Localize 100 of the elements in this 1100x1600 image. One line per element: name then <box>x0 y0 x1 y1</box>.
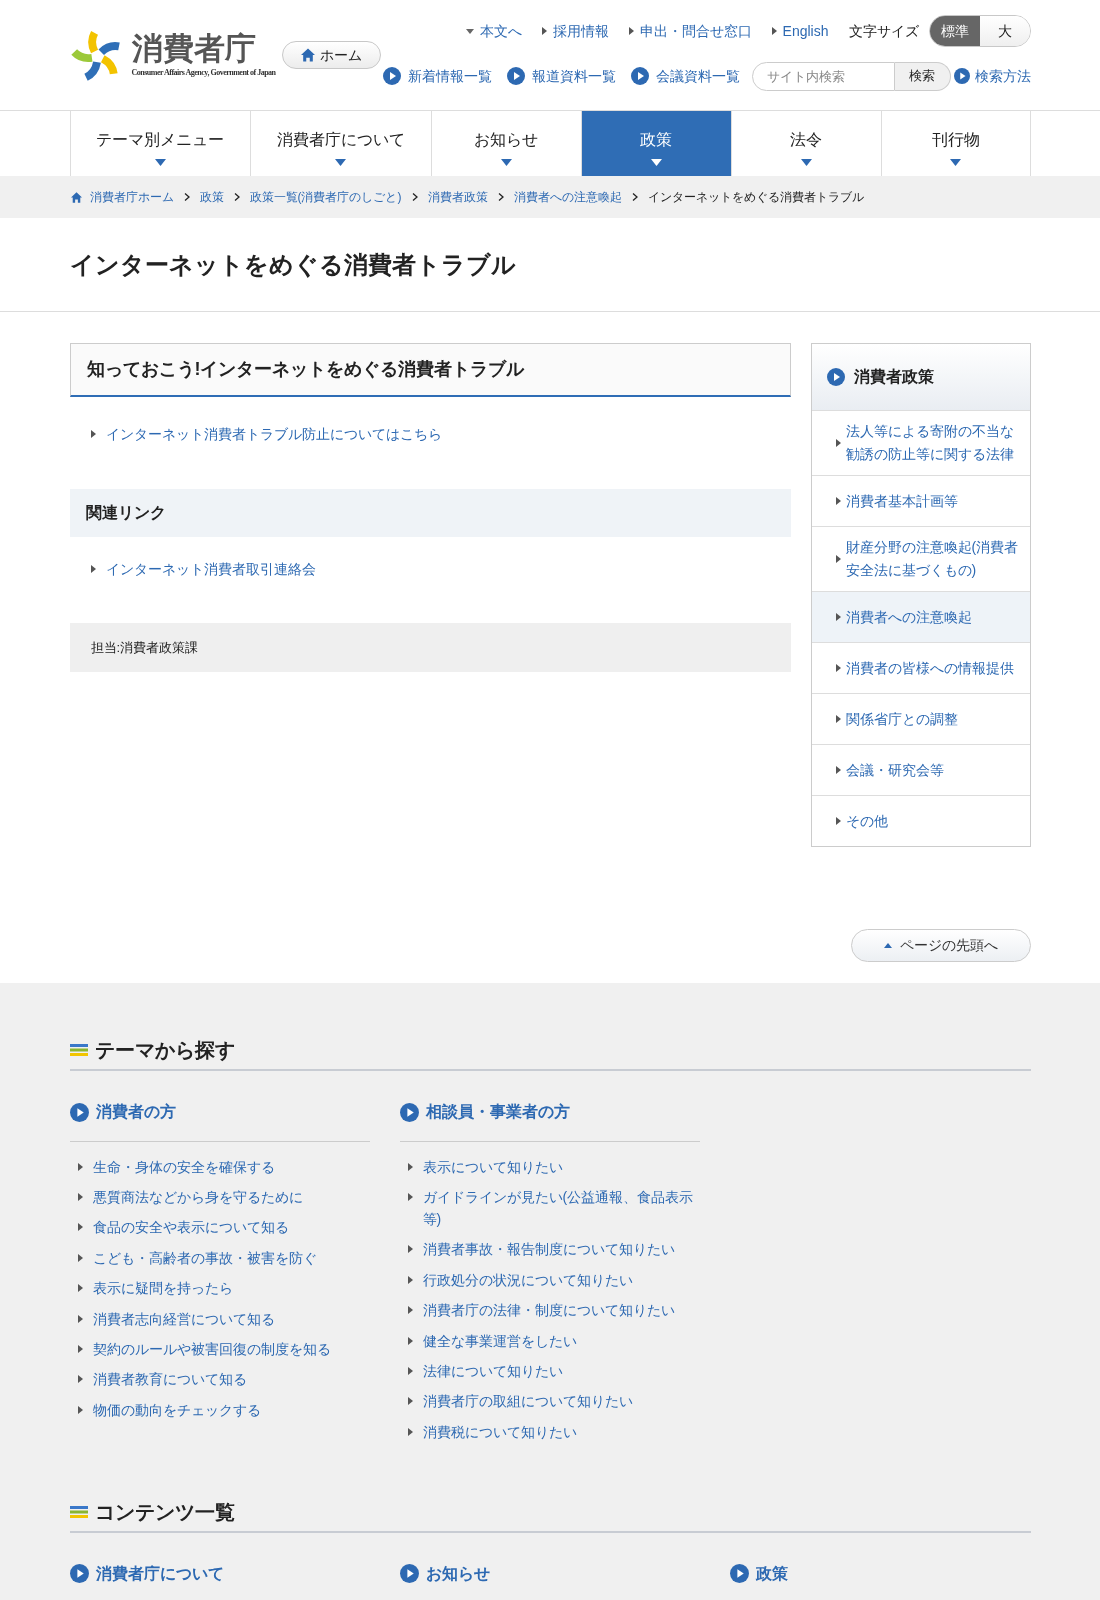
caret-right-icon <box>407 1193 413 1202</box>
footer-link[interactable]: 消費税について知りたい <box>422 1420 579 1443</box>
breadcrumb-link[interactable]: 消費者政策 <box>427 188 488 206</box>
logo-wordmark: 消費者庁 <box>131 31 257 67</box>
play-circle-icon <box>69 1564 89 1584</box>
utility-link[interactable]: English <box>771 20 829 42</box>
contact-note: 担当:消費者政策課 <box>69 623 791 672</box>
caret-right-icon <box>407 1427 413 1436</box>
footer-link[interactable]: 物価の動向をチェックする <box>92 1398 263 1421</box>
caret-right-icon <box>407 1306 413 1315</box>
caret-right-icon <box>77 1375 83 1384</box>
caret-right-icon <box>835 766 841 774</box>
caret-right-icon <box>77 1344 83 1353</box>
chevron-right-icon <box>497 193 504 201</box>
caret-right-icon <box>77 1162 83 1171</box>
caret-right-icon <box>835 613 841 621</box>
caret-down-icon <box>335 159 346 166</box>
footer-link[interactable]: 健全な事業運営をしたい <box>422 1329 579 1352</box>
play-circle-icon <box>953 68 970 84</box>
utility-link[interactable]: 本文へ <box>465 20 522 42</box>
home-button[interactable]: ホーム <box>281 41 381 69</box>
breadcrumb-link[interactable]: 政策一覧(消費者庁のしごと) <box>249 188 402 206</box>
search-help-link[interactable]: 検索方法 <box>953 65 1031 87</box>
caret-up-icon <box>883 943 892 948</box>
caret-right-icon <box>77 1284 83 1293</box>
caret-right-icon <box>77 1253 83 1262</box>
quick-link[interactable]: 新着情報一覧 <box>382 65 492 87</box>
play-circle-icon <box>382 67 401 85</box>
category-link[interactable]: 消費者庁について <box>69 1561 224 1586</box>
caret-right-icon <box>771 27 777 35</box>
caret-right-icon <box>77 1223 83 1232</box>
breadcrumb-current: インターネットをめぐる消費者トラブル <box>647 189 864 206</box>
category-link[interactable]: 相談員・事業者の方 <box>399 1100 570 1124</box>
footer-link[interactable]: 表示に疑問を持ったら <box>92 1277 235 1300</box>
page-top-button[interactable]: ページの先頭へ <box>850 929 1031 962</box>
search-button[interactable]: 検索 <box>894 61 951 91</box>
stripes-icon <box>69 1044 88 1056</box>
chevron-right-icon <box>183 193 190 201</box>
caret-down-icon <box>500 159 512 166</box>
breadcrumb-link[interactable]: 政策 <box>199 188 224 206</box>
footer-link[interactable]: 契約のルールや被害回復の制度を知る <box>92 1337 333 1360</box>
footer-link[interactable]: 消費者庁の取組について知りたい <box>422 1390 635 1413</box>
sidebar-title: 消費者政策 <box>853 367 934 387</box>
caret-right-icon <box>628 27 634 35</box>
play-circle-icon <box>826 368 845 386</box>
search-field[interactable]: サイト内検索 <box>751 61 895 91</box>
caret-down-icon <box>154 159 166 166</box>
category-link[interactable]: 消費者の方 <box>69 1100 176 1124</box>
footer-link[interactable]: 消費者庁の法律・制度について知りたい <box>422 1299 677 1322</box>
chevron-right-icon <box>233 193 240 201</box>
footer-link[interactable]: 消費者志向経営について知る <box>92 1307 277 1330</box>
caret-right-icon <box>835 664 841 672</box>
caret-right-icon <box>77 1193 83 1202</box>
footer-link[interactable]: こども・高齢者の事故・被害を防ぐ <box>92 1246 319 1269</box>
logo-subtitle: Consumer Affairs Agency, Government of Japan <box>131 68 276 78</box>
content-link[interactable]: インターネット消費者取引連絡会 <box>105 558 316 580</box>
caret-down-icon <box>465 28 474 34</box>
caret-right-icon <box>90 430 96 438</box>
footer-section-heading: コンテンツ一覧 <box>94 1499 235 1525</box>
play-circle-icon <box>729 1564 749 1584</box>
utility-link[interactable]: 申出・問合せ窓口 <box>628 20 752 42</box>
font-size-option[interactable]: 標準 <box>929 16 980 46</box>
caret-down-icon <box>650 159 662 166</box>
play-circle-icon <box>506 67 525 85</box>
nav-tab[interactable]: 刊行物 <box>880 111 1031 176</box>
quick-link[interactable]: 報道資料一覧 <box>506 65 616 87</box>
utility-link[interactable]: 採用情報 <box>541 20 609 42</box>
chevron-right-icon <box>411 193 418 201</box>
footer-link[interactable]: 消費者教育について知る <box>92 1368 249 1391</box>
category-link[interactable]: 政策 <box>729 1561 788 1586</box>
footer-link[interactable]: 行政処分の状況について知りたい <box>422 1268 635 1291</box>
content-link[interactable]: インターネット消費者トラブル防止についてはこちら <box>105 423 442 445</box>
footer-link[interactable]: 法律について知りたい <box>422 1359 565 1382</box>
breadcrumb-link[interactable]: 消費者への注意喚起 <box>513 188 622 206</box>
footer-link[interactable]: 悪質商法などから身を守るために <box>92 1186 305 1209</box>
caret-right-icon <box>77 1405 83 1414</box>
page-title: インターネットをめぐる消費者トラブル <box>69 249 516 280</box>
caret-down-icon <box>950 159 961 166</box>
caret-right-icon <box>407 1397 413 1406</box>
nav-tab[interactable]: 政策 <box>580 111 731 176</box>
footer-link[interactable]: 消費者事故・報告制度について知りたい <box>422 1238 677 1261</box>
caret-right-icon <box>835 497 841 505</box>
caret-right-icon <box>407 1162 413 1171</box>
related-links-heading: 関連リンク <box>69 489 791 537</box>
footer-link[interactable]: 食品の安全や表示について知る <box>92 1216 291 1239</box>
home-icon <box>70 191 82 203</box>
caret-right-icon <box>407 1366 413 1375</box>
footer-link[interactable]: 生命・身体の安全を確保する <box>92 1155 277 1178</box>
caret-right-icon <box>541 27 547 35</box>
caret-right-icon <box>835 715 841 723</box>
breadcrumb-link[interactable]: 消費者庁ホーム <box>89 188 174 206</box>
quick-link[interactable]: 会議資料一覧 <box>630 65 740 87</box>
font-size-option[interactable]: 大 <box>979 16 1030 46</box>
caret-right-icon <box>407 1336 413 1345</box>
category-link[interactable]: お知らせ <box>399 1561 490 1586</box>
footer-section-heading: テーマから探す <box>94 1038 235 1063</box>
caret-right-icon <box>835 439 841 447</box>
footer-link[interactable]: 表示について知りたい <box>422 1155 565 1178</box>
sidebar-link[interactable]: 消費者への注意喚起 <box>811 591 1030 642</box>
footer-link[interactable]: ガイドラインが見たい(公益通報、食品表示等) <box>422 1186 700 1231</box>
